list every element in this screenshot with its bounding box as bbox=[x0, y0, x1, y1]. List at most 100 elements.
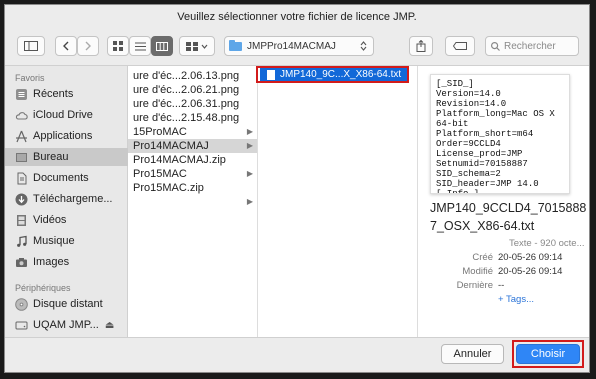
list-item-empty: ▶ bbox=[128, 195, 257, 209]
created-label: Créé bbox=[472, 252, 493, 263]
desktop-icon bbox=[16, 152, 27, 162]
tag-icon bbox=[453, 42, 467, 50]
highlight-selected-file bbox=[256, 66, 409, 83]
list-item[interactable]: Pro15MAC.zip bbox=[128, 181, 257, 195]
column-files: JMP140_9C...X_X86-64.txt bbox=[258, 66, 418, 337]
sidebar-item-desktop[interactable]: Bureau bbox=[5, 148, 128, 166]
download-icon bbox=[15, 193, 28, 205]
toolbar: JMPPro14MACMAJ Rechercher bbox=[5, 33, 589, 59]
list-item-label: ure d'éc...2.06.21.png bbox=[133, 84, 240, 96]
sidebar-item-remote-disc[interactable]: Disque distant bbox=[15, 295, 125, 313]
list-item[interactable]: ure d'éc...2.06.13.png bbox=[128, 69, 257, 83]
cloud-icon bbox=[15, 111, 28, 120]
disclosure-arrow-icon: ▶ bbox=[246, 127, 253, 136]
sidebar-toggle-button[interactable] bbox=[17, 36, 45, 56]
sidebar-item-label: iCloud Drive bbox=[33, 109, 93, 121]
list-item-label: ure d'éc...2.15.48.png bbox=[133, 112, 240, 124]
share-button[interactable] bbox=[409, 36, 433, 56]
forward-button[interactable] bbox=[77, 36, 99, 56]
preview-kind: Texte - 920 octe... bbox=[509, 238, 585, 249]
preview-created: Créé 20-05-26 09:14 bbox=[418, 252, 581, 264]
last-opened-value: -- bbox=[498, 280, 505, 291]
column-parent: ure d'éc...2.06.13.png ure d'éc...2.06.2… bbox=[128, 66, 258, 337]
list-item[interactable]: Pro14MACMAJ.zip bbox=[128, 153, 257, 167]
search-input[interactable]: Rechercher bbox=[485, 36, 579, 56]
preview-last-opened: Dernière -- bbox=[418, 280, 581, 292]
columns-icon bbox=[156, 41, 168, 51]
camera-icon bbox=[16, 257, 27, 267]
chevron-updown-icon bbox=[360, 41, 367, 51]
sidebar-item-label: Applications bbox=[33, 130, 93, 142]
sidebar-item-label: Images bbox=[33, 256, 70, 268]
sidebar-item-uqam-drive[interactable]: UQAM JMP... ⏏ bbox=[15, 316, 125, 334]
list-item[interactable]: Pro14MACMAJ ▶ bbox=[128, 139, 257, 153]
sidebar-item-label: Récents bbox=[33, 88, 74, 100]
list-item-label: Pro14MACMAJ.zip bbox=[133, 154, 226, 166]
path-dropdown[interactable]: JMPPro14MACMAJ bbox=[224, 36, 374, 56]
sidebar-item-downloads[interactable]: Téléchargeme... bbox=[15, 190, 125, 208]
sidebar-item-icloud[interactable]: iCloud Drive bbox=[15, 106, 125, 124]
disclosure-arrow-icon: ▶ bbox=[246, 141, 253, 150]
music-icon bbox=[17, 235, 27, 247]
devices-header: Périphériques bbox=[15, 283, 71, 293]
sidebar-item-label: Disque distant bbox=[33, 298, 103, 310]
sidebar-icon bbox=[24, 41, 38, 51]
icon-view-button[interactable] bbox=[107, 36, 129, 56]
gallery-icon bbox=[186, 41, 198, 51]
list-item[interactable]: 15ProMAC ▶ bbox=[128, 125, 257, 139]
list-item-label: Pro14MACMAJ bbox=[133, 140, 209, 152]
chevron-left-icon bbox=[63, 41, 69, 51]
search-icon bbox=[491, 41, 500, 51]
preview-pane: [_SID_] Version=14.0 Revision=14.0 Platf… bbox=[418, 66, 589, 337]
favorites-header: Favoris bbox=[15, 73, 45, 83]
file-preview-thumbnail: [_SID_] Version=14.0 Revision=14.0 Platf… bbox=[430, 74, 570, 194]
column-view-button[interactable] bbox=[151, 36, 173, 56]
sidebar-item-music[interactable]: Musique bbox=[15, 232, 125, 250]
group-view-button[interactable] bbox=[179, 36, 215, 56]
list-item-label: ure d'éc...2.06.13.png bbox=[133, 70, 240, 82]
sidebar-item-label: Vidéos bbox=[33, 214, 67, 226]
eject-icon[interactable]: ⏏ bbox=[105, 320, 114, 331]
sidebar-item-label: Musique bbox=[33, 235, 75, 247]
dialog-title: Veuillez sélectionner votre fichier de l… bbox=[177, 11, 417, 23]
clock-icon bbox=[16, 88, 27, 100]
disc-icon bbox=[15, 297, 28, 311]
list-item[interactable]: ure d'éc...2.06.21.png bbox=[128, 83, 257, 97]
list-item-label: ure d'éc...2.06.31.png bbox=[133, 98, 240, 110]
tag-button[interactable] bbox=[445, 36, 475, 56]
share-icon bbox=[416, 40, 426, 52]
chevron-right-icon bbox=[85, 41, 91, 51]
disclosure-arrow-icon: ▶ bbox=[246, 169, 253, 178]
add-tags-link[interactable]: + Tags... bbox=[498, 294, 534, 305]
created-value: 20-05-26 09:14 bbox=[498, 252, 563, 263]
sidebar-item-applications[interactable]: Applications bbox=[15, 127, 125, 145]
sidebar-item-images[interactable]: Images bbox=[15, 253, 125, 271]
sidebar-item-recents[interactable]: Récents bbox=[15, 85, 125, 103]
list-view-button[interactable] bbox=[129, 36, 151, 56]
sidebar-item-label: Téléchargeme... bbox=[33, 193, 113, 205]
list-icon bbox=[134, 42, 146, 50]
document-icon bbox=[17, 172, 27, 184]
sidebar: Favoris Récents iCloud Drive Application… bbox=[5, 66, 128, 337]
sidebar-item-documents[interactable]: Documents bbox=[15, 169, 125, 187]
list-item-label: Pro15MAC bbox=[133, 168, 187, 180]
dialog-footer: Annuler Choisir bbox=[5, 336, 589, 372]
cancel-button[interactable]: Annuler bbox=[441, 344, 504, 364]
list-item-label: Pro15MAC.zip bbox=[133, 182, 204, 194]
last-opened-label: Dernière bbox=[456, 280, 493, 291]
list-item[interactable]: ure d'éc...2.06.31.png bbox=[128, 97, 257, 111]
search-placeholder: Rechercher bbox=[504, 40, 556, 52]
path-label: JMPPro14MACMAJ bbox=[247, 40, 336, 52]
back-button[interactable] bbox=[55, 36, 77, 56]
sidebar-item-label: Bureau bbox=[33, 151, 69, 163]
preview-modified: Modifié 20-05-26 09:14 bbox=[418, 266, 581, 278]
drive-icon bbox=[15, 321, 28, 329]
list-item-label: 15ProMAC bbox=[133, 126, 187, 138]
preview-filename: JMP140_9CCLD4_70158887_OSX_X86-64.txt bbox=[430, 201, 587, 233]
list-item[interactable]: ure d'éc...2.15.48.png bbox=[128, 111, 257, 125]
folder-icon bbox=[229, 39, 242, 51]
file-open-dialog: Veuillez sélectionner votre fichier de l… bbox=[4, 4, 590, 373]
sidebar-item-label: Documents bbox=[33, 172, 89, 184]
list-item[interactable]: Pro15MAC ▶ bbox=[128, 167, 257, 181]
sidebar-item-videos[interactable]: Vidéos bbox=[15, 211, 125, 229]
